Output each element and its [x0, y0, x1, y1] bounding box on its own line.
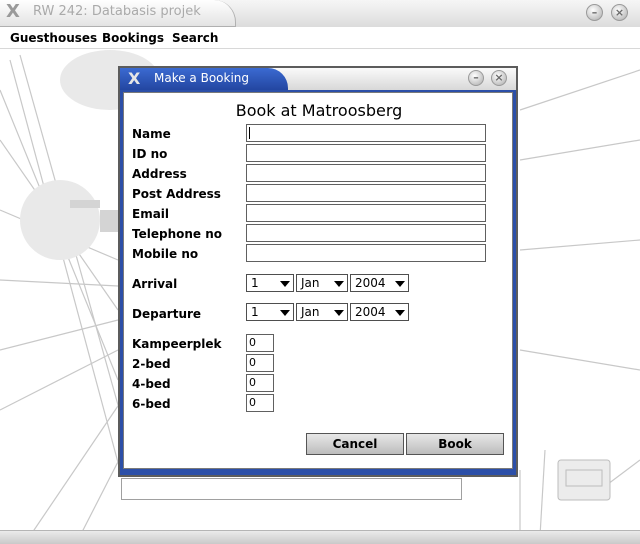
arrival-label: Arrival	[132, 277, 178, 291]
address-field[interactable]	[246, 164, 486, 182]
departure-year-select[interactable]: 2004	[350, 303, 409, 321]
chevron-down-icon	[334, 281, 344, 287]
address-label: Address	[132, 167, 187, 181]
telephone-label: Telephone no	[132, 227, 223, 241]
chevron-down-icon	[280, 281, 290, 287]
arrival-day-select[interactable]: 1	[246, 274, 294, 292]
chevron-down-icon	[395, 281, 405, 287]
main-title-tab: X RW 242: Databasis projek	[0, 0, 236, 27]
status-bar	[0, 530, 640, 544]
dialog-title-tab: X Make a Booking	[120, 68, 288, 90]
menu-guesthouses[interactable]: Guesthouses	[10, 31, 97, 45]
mobile-label: Mobile no	[132, 247, 199, 261]
id-no-field[interactable]	[246, 144, 486, 162]
departure-day-select[interactable]: 1	[246, 303, 294, 321]
email-label: Email	[132, 207, 170, 221]
chevron-down-icon	[334, 310, 344, 316]
close-icon[interactable]: ×	[491, 70, 507, 86]
post-address-field[interactable]	[246, 184, 486, 202]
chevron-down-icon	[395, 310, 405, 316]
two-bed-label: 2-bed	[132, 357, 171, 371]
departure-year-value: 2004	[355, 305, 386, 319]
x-logo-icon: X	[6, 1, 20, 22]
telephone-field[interactable]	[246, 224, 486, 242]
four-bed-label: 4-bed	[132, 377, 171, 391]
main-titlebar: X RW 242: Databasis projek – ×	[0, 0, 640, 27]
dialog-body: Book at Matroosberg Name ID no Address P…	[123, 92, 513, 469]
post-address-label: Post Address	[132, 187, 221, 201]
departure-month-select[interactable]: Jan	[296, 303, 348, 321]
arrival-day-value: 1	[251, 276, 259, 290]
x-logo-icon: X	[128, 69, 141, 88]
two-bed-field[interactable]: 0	[246, 354, 274, 372]
four-bed-field[interactable]: 0	[246, 374, 274, 392]
arrival-year-select[interactable]: 2004	[350, 274, 409, 292]
email-field[interactable]	[246, 204, 486, 222]
minimize-icon[interactable]: –	[586, 4, 603, 21]
arrival-month-select[interactable]: Jan	[296, 274, 348, 292]
booking-dialog: X Make a Booking – × Book at Matroosberg…	[118, 66, 518, 477]
menu-search[interactable]: Search	[172, 31, 218, 45]
kampeerplek-label: Kampeerplek	[132, 337, 222, 351]
name-field[interactable]	[246, 124, 486, 142]
departure-month-value: Jan	[301, 305, 320, 319]
departure-label: Departure	[132, 307, 202, 321]
cancel-button[interactable]: Cancel	[306, 433, 404, 455]
window-title: RW 242: Databasis projek	[33, 4, 201, 19]
minimize-icon[interactable]: –	[468, 70, 484, 86]
kampeerplek-field[interactable]: 0	[246, 334, 274, 352]
dialog-heading: Book at Matroosberg	[235, 101, 403, 120]
close-icon[interactable]: ×	[611, 4, 628, 21]
departure-day-value: 1	[251, 305, 259, 319]
name-label: Name	[132, 127, 171, 141]
dialog-titlebar[interactable]: X Make a Booking – ×	[120, 68, 516, 90]
menu-bar: Guesthouses Bookings Search	[0, 27, 640, 49]
id-no-label: ID no	[132, 147, 168, 161]
six-bed-field[interactable]: 0	[246, 394, 274, 412]
book-button[interactable]: Book	[406, 433, 504, 455]
dialog-title: Make a Booking	[154, 71, 250, 85]
arrival-month-value: Jan	[301, 276, 320, 290]
menu-bookings[interactable]: Bookings	[102, 31, 164, 45]
background-panel	[121, 478, 462, 500]
mobile-field[interactable]	[246, 244, 486, 262]
arrival-year-value: 2004	[355, 276, 386, 290]
chevron-down-icon	[280, 310, 290, 316]
six-bed-label: 6-bed	[132, 397, 171, 411]
